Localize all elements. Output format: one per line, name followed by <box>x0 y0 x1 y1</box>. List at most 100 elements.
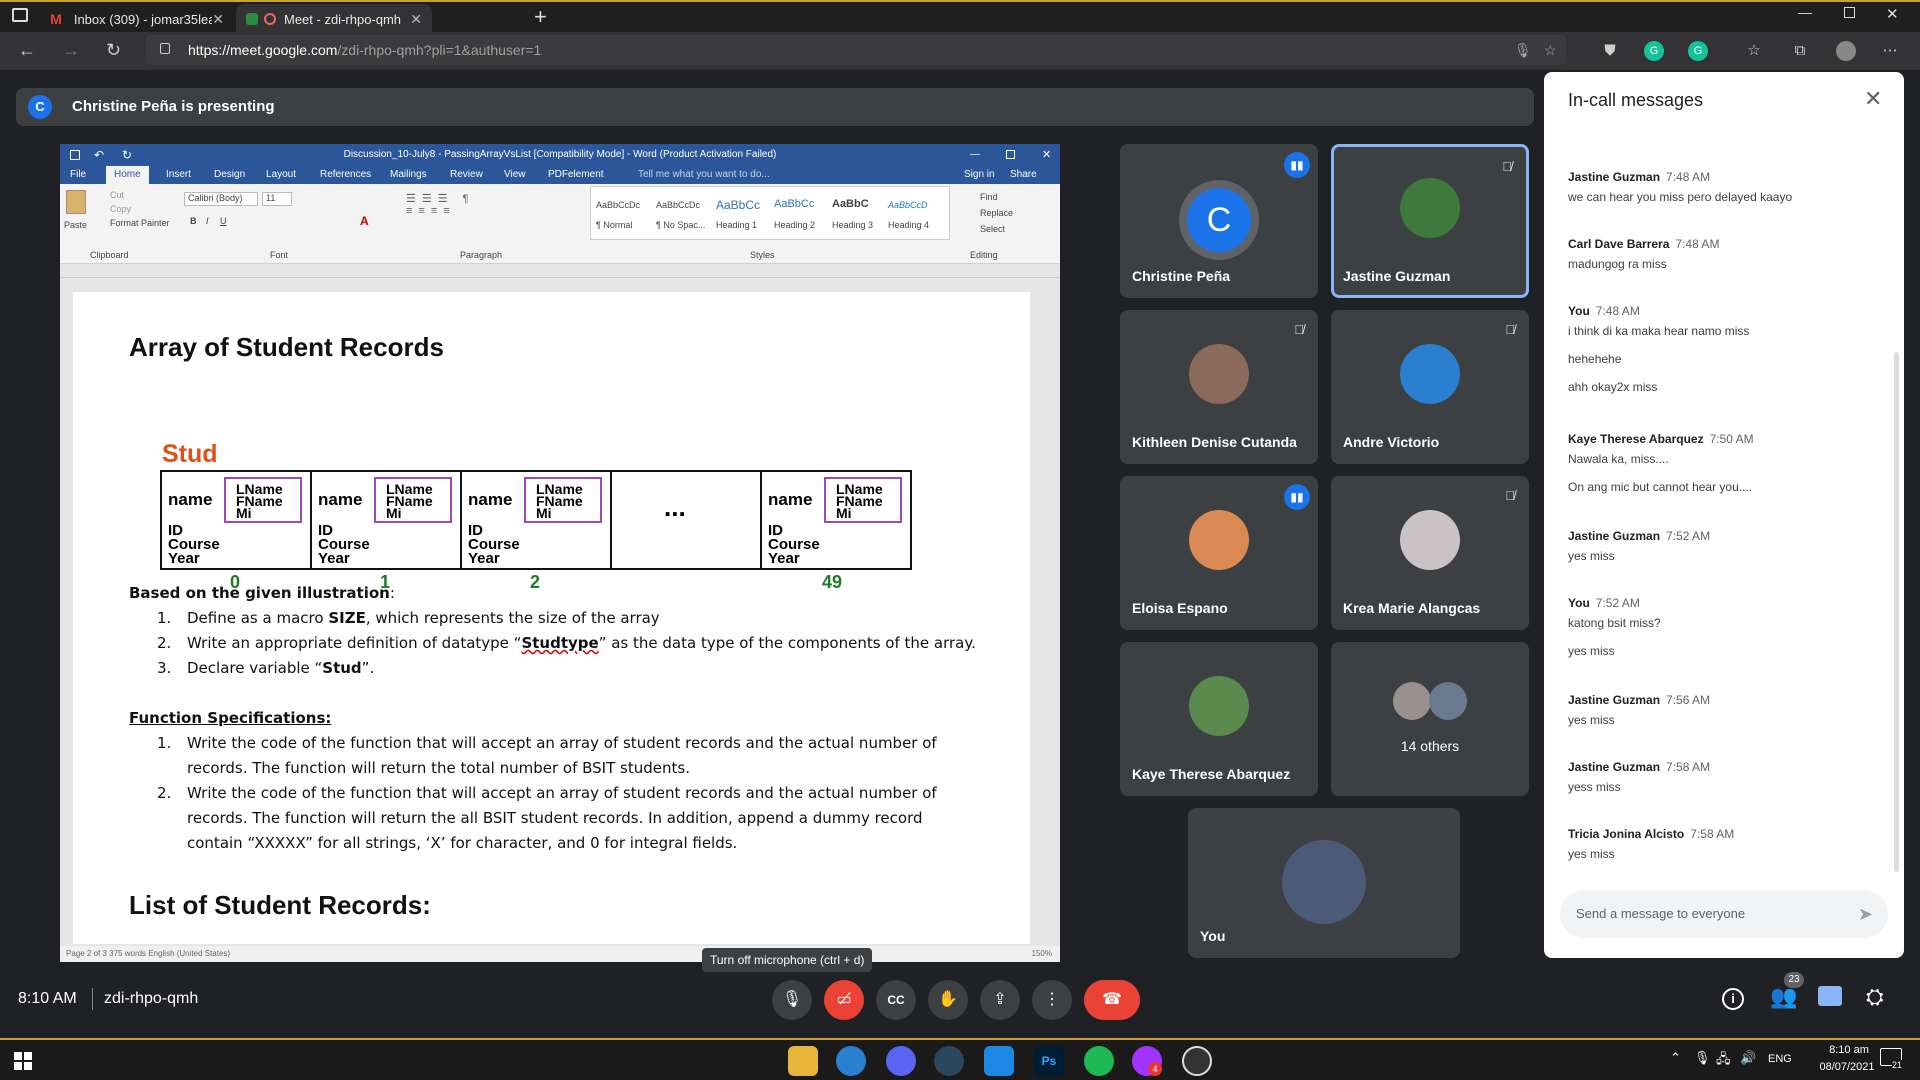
styles-gallery <box>590 186 950 240</box>
discord-icon[interactable] <box>886 1046 916 1076</box>
name-struct-box: LName FName Mi <box>374 477 452 523</box>
participant-name: Krea Marie Alangcas <box>1343 600 1481 616</box>
word-tell-me: Tell me what you want to do... <box>638 169 770 180</box>
list-num: 3. <box>157 659 172 677</box>
more-options-button[interactable]: ⋮ <box>1032 980 1072 1020</box>
reload-icon[interactable]: ↻ <box>106 40 121 61</box>
underline-icon: U <box>220 216 227 226</box>
participant-tile[interactable]: C ▮▮ Christine Peña <box>1120 144 1318 298</box>
messenger-badge: 4 <box>1148 1062 1162 1076</box>
activities-icon[interactable]: ⛭ <box>1866 984 1884 1010</box>
tray-chevron-icon[interactable]: ⌃ <box>1670 1050 1681 1066</box>
browser-tab-bar: M Inbox (309) - jomar35leano@gm ✕ Meet -… <box>0 0 1920 34</box>
close-icon[interactable]: ✕ <box>410 11 422 28</box>
participant-tile[interactable]: 🎙̸ Jastine Guzman <box>1331 144 1529 298</box>
address-bar[interactable]: https://meet.google.com/zdi-rhpo-qmh?pli… <box>146 35 1566 65</box>
array-cell-ellipsis: ... <box>610 470 762 570</box>
redo-icon: ↻ <box>122 148 133 162</box>
present-button[interactable]: ⇪ <box>980 980 1020 1020</box>
info-icon[interactable]: i <box>1722 988 1744 1010</box>
network-icon[interactable]: 🖧 <box>1716 1050 1731 1072</box>
based-on-line: Based on the given illustration: <box>129 584 395 602</box>
style-name-h4: Heading 4 <box>888 220 930 230</box>
meet-icon <box>246 13 258 25</box>
new-tab-icon[interactable]: + <box>534 4 547 30</box>
volume-icon[interactable]: 🔊 <box>1740 1050 1756 1066</box>
end-call-button[interactable]: ☎ <box>1084 980 1140 1020</box>
style-name-h3: Heading 3 <box>832 220 874 230</box>
grammarly-icon[interactable]: G <box>1644 41 1664 61</box>
participant-tile[interactable]: 🎙̸ Krea Marie Alangcas <box>1331 476 1529 630</box>
grammarly-icon[interactable]: G <box>1688 41 1708 61</box>
favorites-icon[interactable]: ☆ <box>1744 41 1764 61</box>
tab-gmail-title: Inbox (309) - jomar35leano@gm <box>73 11 213 27</box>
camera-off-button[interactable]: ▭̸ <box>824 980 864 1020</box>
message-text: hehehehe <box>1568 352 1622 366</box>
word-sign-in: Sign in <box>964 169 995 180</box>
timestamp: 7:56 AM <box>1666 693 1711 707</box>
close-icon[interactable]: ✕ <box>212 11 224 28</box>
word-tab-references: References <box>320 169 372 180</box>
list2-line: Write the code of the function that will… <box>187 734 937 752</box>
profile-icon[interactable] <box>1836 41 1856 61</box>
participant-name: Andre Victorio <box>1343 434 1440 450</box>
participant-name: Eloisa Espano <box>1132 600 1228 616</box>
participant-tile[interactable]: Kaye Therese Abarquez <box>1120 642 1318 796</box>
list-text: ”. <box>361 659 375 677</box>
gmail-icon: M <box>50 11 62 27</box>
cell-fields: ID Course Year <box>318 523 370 566</box>
self-tile[interactable]: You <box>1188 808 1460 958</box>
edge-icon[interactable] <box>836 1046 866 1076</box>
list-text: Define as a macro <box>187 609 329 627</box>
vscode-icon[interactable] <box>984 1046 1014 1076</box>
microphone-button[interactable]: 🎙 <box>772 980 812 1020</box>
language-indicator[interactable]: ENG <box>1768 1053 1792 1065</box>
divider <box>92 988 93 1010</box>
collections-icon[interactable]: ⧉ <box>1790 41 1810 61</box>
more-icon[interactable]: ⋯ <box>1880 41 1900 61</box>
shield-icon[interactable]: ⛊ <box>1600 41 1620 61</box>
close-window-icon[interactable]: ✕ <box>1886 5 1899 23</box>
windows-start-icon[interactable] <box>14 1052 32 1070</box>
find-label: Find <box>980 192 998 202</box>
close-icon[interactable]: ✕ <box>1864 86 1882 112</box>
chat-message-input[interactable]: Send a message to everyone ➤ <box>1560 890 1888 938</box>
chat-icon[interactable] <box>1818 986 1842 1006</box>
list2-line: Write the code of the function that will… <box>187 784 937 802</box>
microphone-icon[interactable]: 🎙 <box>1514 35 1532 65</box>
tab-actions-icon[interactable] <box>12 8 28 22</box>
chat-panel: In-call messages ✕ Jastine Guzman 7:48 AM… <box>1544 72 1904 958</box>
word-tab-design: Design <box>214 169 246 180</box>
mi-label: Mi <box>236 505 252 521</box>
back-icon[interactable]: ← <box>18 40 36 61</box>
style-sample-h4: AaBbCcD <box>888 200 928 210</box>
steam-icon[interactable] <box>934 1046 964 1076</box>
forward-icon[interactable]: → <box>62 40 80 61</box>
tab-gmail[interactable]: M Inbox (309) - jomar35leano@gm ✕ <box>38 4 234 34</box>
minimize-icon[interactable]: — <box>1798 4 1812 20</box>
captions-button[interactable]: CC <box>876 980 916 1020</box>
cell-name-label: name <box>168 490 213 509</box>
style-name-h2: Heading 2 <box>774 220 816 230</box>
avatar <box>1429 682 1467 720</box>
participant-tile[interactable]: 🎙̸ Kithleen Denise Cutanda <box>1120 310 1318 464</box>
raise-hand-button[interactable]: ✋ <box>928 980 968 1020</box>
others-count: 14 others <box>1400 738 1460 754</box>
restore-icon[interactable] <box>1844 7 1855 18</box>
word-status-bar: Page 2 of 3 375 words English (United St… <box>60 946 1060 962</box>
participant-tile[interactable]: ▮▮ Eloisa Espano <box>1120 476 1318 630</box>
word-ribbon: Paste Cut Copy Format Painter Calibri (B… <box>60 184 1060 264</box>
obs-icon[interactable] <box>1182 1046 1212 1076</box>
maximize-icon <box>1006 150 1015 159</box>
message-text: Nawala ka, miss.... <box>1568 452 1669 466</box>
add-favorite-icon[interactable]: ☆ <box>1544 35 1557 65</box>
photoshop-icon[interactable]: Ps <box>1034 1046 1064 1076</box>
chat-scrollbar[interactable] <box>1894 352 1899 872</box>
tab-meet[interactable]: Meet - zdi-rhpo-qmh ✕ <box>236 4 432 34</box>
send-icon[interactable]: ➤ <box>1858 890 1873 938</box>
participant-tile[interactable]: 🎙̸ Andre Victorio <box>1331 310 1529 464</box>
others-tile[interactable]: 14 others <box>1331 642 1529 796</box>
paste-icon <box>66 190 86 214</box>
spotify-icon[interactable] <box>1084 1046 1114 1076</box>
file-explorer-icon[interactable] <box>788 1046 818 1076</box>
